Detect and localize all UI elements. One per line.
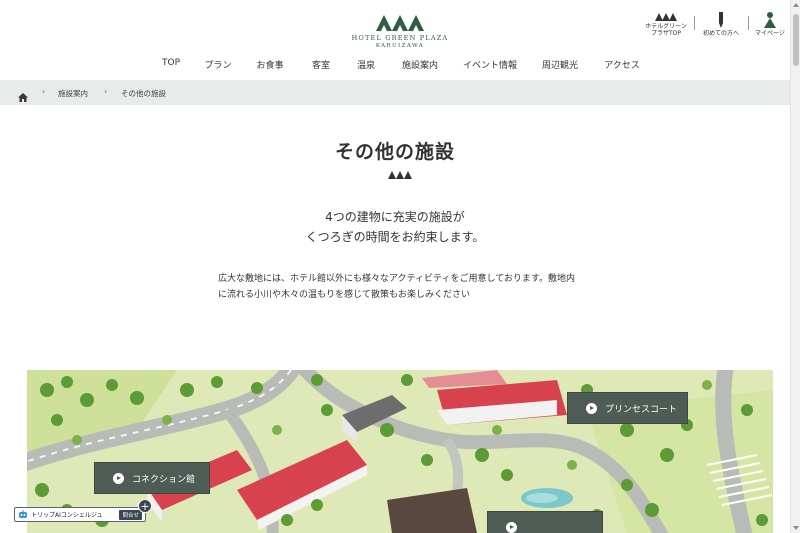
chevron-right-icon: › xyxy=(104,87,108,96)
first-time-link[interactable]: 初めての方へ xyxy=(699,12,743,37)
logo-name-line1: HOTEL GREEN PLAZA xyxy=(351,34,449,42)
logo-name-line2: KARUIZAWA xyxy=(375,43,425,49)
nav-item-onsen[interactable]: 温泉 xyxy=(357,58,375,71)
title-mountain-icon xyxy=(388,171,412,179)
nav-item-sightseeing[interactable]: 周辺観光 xyxy=(542,58,578,71)
ai-concierge-widget[interactable]: トリップAIコンシェルジュ 問合せ xyxy=(14,507,146,522)
scrollbar-thumb[interactable] xyxy=(793,14,799,66)
hotel-top-label-2: プラザTOP xyxy=(650,30,681,38)
play-icon xyxy=(506,521,517,533)
connection-hall-label: コネクション館 xyxy=(132,474,196,485)
mypage-label: マイページ xyxy=(755,30,785,37)
home-icon xyxy=(18,93,28,102)
breadcrumb-current: その他の施設 xyxy=(121,89,166,98)
nav-item-events[interactable]: イベント情報 xyxy=(463,58,517,71)
concierge-expand-button[interactable]: + xyxy=(138,499,152,513)
concierge-inquiry-badge[interactable]: 問合せ xyxy=(119,509,142,520)
utility-divider xyxy=(748,16,749,30)
mountain-mini-icon xyxy=(655,13,677,21)
nav-item-top[interactable]: TOP xyxy=(162,58,180,68)
nav-item-access[interactable]: アクセス xyxy=(604,58,640,71)
mypage-link[interactable]: マイページ xyxy=(752,12,788,37)
hotel-logo[interactable]: HOTEL GREEN PLAZA KARUIZAWA xyxy=(350,13,450,49)
nav-item-dining[interactable]: お食事 xyxy=(256,58,283,71)
breadcrumb: › 施設案内 › その他の施設 xyxy=(0,80,790,105)
hotel-top-link[interactable]: ホテルグリーン プラザTOP xyxy=(643,12,689,37)
concierge-label: トリップAIコンシェルジュ xyxy=(31,512,103,519)
intro-paragraph: 広大な敷地には、ホテル館以外にも様々なアクティビティをご用意しております。敷地内… xyxy=(218,271,588,303)
pencil-icon xyxy=(719,12,723,28)
nav-item-facilities[interactable]: 施設案内 xyxy=(402,58,438,71)
person-icon xyxy=(764,12,776,28)
scroll-up-icon[interactable] xyxy=(793,3,799,7)
hotel-top-label-1: ホテルグリーン xyxy=(645,23,687,30)
site-header: HOTEL GREEN PLAZA KARUIZAWA ホテルグリーン プラザT… xyxy=(0,0,790,80)
intro-line-2: に流れる小川や木々の温もりを感じて散策もお楽しみください xyxy=(218,290,471,300)
global-nav: TOP プラン お食事 客室 温泉 施設案内 イベント情報 周辺観光 アクセス xyxy=(0,58,790,74)
page-scrollbar[interactable] xyxy=(790,0,800,533)
intro-line-1: 広大な敷地には、ホテル館以外にも様々なアクティビティをご用意しております。敷地内 xyxy=(218,274,576,284)
connection-hall-button[interactable]: コネクション館 xyxy=(94,462,210,494)
chevron-right-icon: › xyxy=(42,87,46,96)
first-time-label: 初めての方へ xyxy=(702,30,739,37)
princess-court-label: プリンセスコート xyxy=(605,404,678,415)
facility-button-partial[interactable] xyxy=(487,511,603,533)
scroll-down-icon[interactable] xyxy=(793,526,799,530)
breadcrumb-facilities[interactable]: 施設案内 xyxy=(58,88,88,99)
princess-court-button[interactable]: プリンセスコート xyxy=(567,392,688,424)
robot-icon xyxy=(19,509,27,518)
page-title: その他の施設 xyxy=(334,141,455,163)
lead-text: 4つの建物に充実の施設が くつろぎの時間をお約束します。 xyxy=(0,207,790,247)
play-icon xyxy=(113,472,124,484)
nav-item-rooms[interactable]: 客室 xyxy=(312,58,330,71)
mountain-logo-icon xyxy=(376,15,424,31)
lead-line-2: くつろぎの時間をお約束します。 xyxy=(305,230,485,244)
lead-line-1: 4つの建物に充実の施設が xyxy=(325,210,465,224)
play-icon xyxy=(586,402,597,414)
utility-divider xyxy=(694,16,695,30)
breadcrumb-home[interactable] xyxy=(18,87,28,106)
nav-item-plan[interactable]: プラン xyxy=(204,58,231,71)
